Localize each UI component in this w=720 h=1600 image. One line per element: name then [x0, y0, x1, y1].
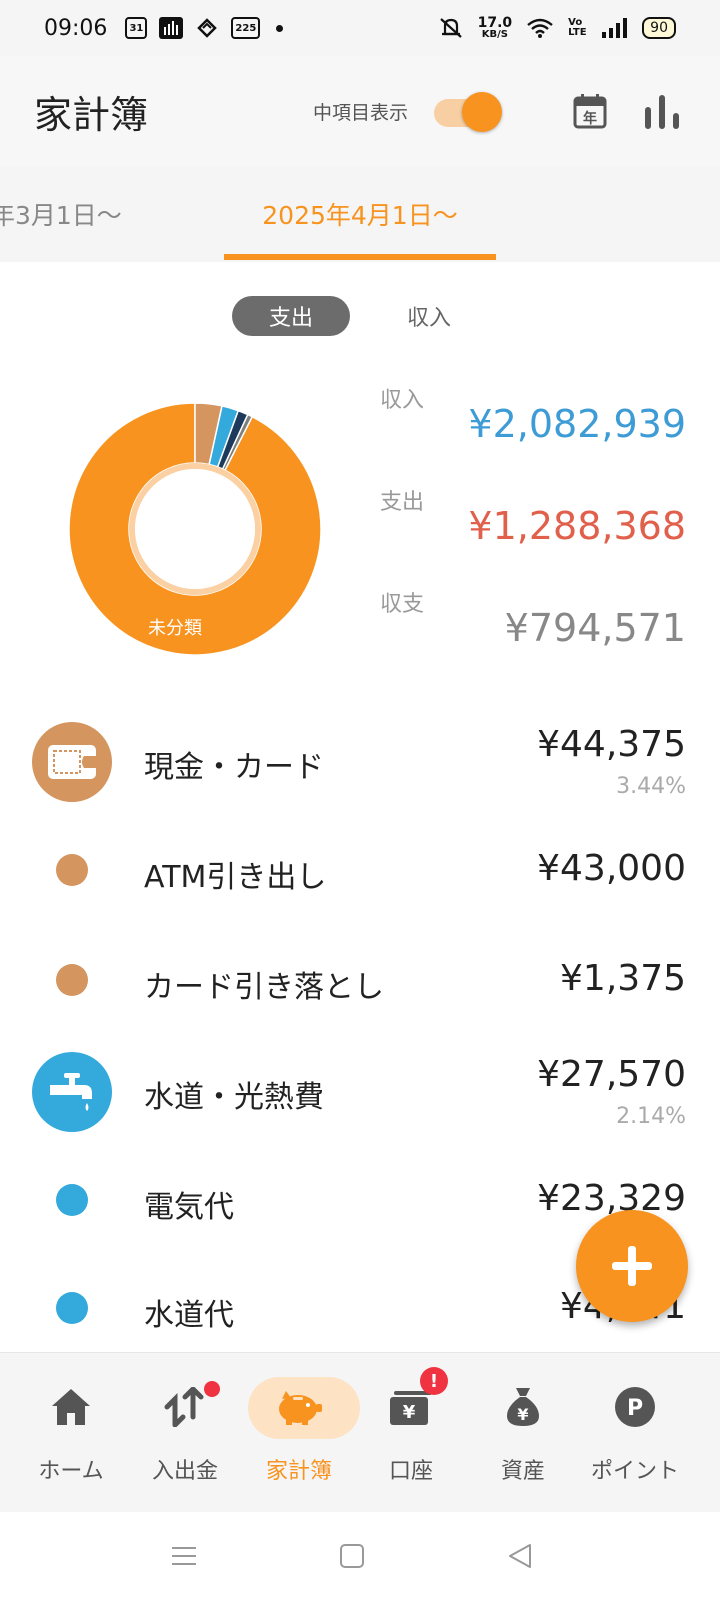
category-amount: ¥27,570	[537, 1054, 686, 1095]
home-icon	[45, 1381, 97, 1433]
speed-value: 17.0	[477, 15, 513, 31]
toggle-label: 中項目表示	[312, 101, 408, 124]
plus-icon	[612, 1246, 652, 1286]
add-entry-button[interactable]	[576, 1210, 688, 1322]
category-color-dot	[56, 1184, 88, 1216]
period-tab-current[interactable]: 2025年4月1日〜	[224, 196, 496, 232]
category-amount: ¥44,375	[537, 724, 686, 765]
mute-icon	[438, 16, 464, 40]
subcategory-label: ATM引き出し	[144, 860, 327, 895]
menu-icon	[172, 1547, 196, 1565]
back-system-button[interactable]	[498, 1534, 542, 1578]
mid-category-toggle[interactable]	[434, 92, 502, 132]
sync-notification-icon	[195, 16, 219, 40]
status-bar: 09:06 31 225 17.0 KB/S Vo LTE 90	[0, 0, 720, 56]
nav-item-home[interactable]: ホーム	[12, 1353, 130, 1513]
nav-label: 入出金	[151, 1459, 218, 1484]
nav-label: ポイント	[590, 1459, 679, 1484]
nav-label: ホーム	[38, 1459, 104, 1484]
category-percent: 2.14%	[616, 1104, 686, 1129]
toggle-knob	[462, 92, 502, 132]
summary-income-label: 収入	[380, 388, 425, 413]
category-percent: 3.44%	[616, 774, 686, 799]
calendar-icon: 年	[573, 94, 607, 129]
calendar-glyph: 年	[583, 110, 597, 127]
category-row-utilities[interactable]: 水道・光熱費 ¥27,570 2.14%	[0, 1048, 720, 1148]
subcategory-label: カード引き落とし	[144, 970, 384, 1005]
nav-item-transactions[interactable]: 入出金	[126, 1353, 244, 1513]
signal-icon	[602, 18, 628, 38]
category-color-dot	[56, 1292, 88, 1324]
wallet-icon	[32, 722, 112, 802]
home-system-button[interactable]	[330, 1534, 374, 1578]
points-icon: P	[609, 1381, 661, 1433]
system-nav-bar	[0, 1512, 720, 1600]
subcategory-amount: ¥43,000	[537, 848, 686, 889]
svg-text:¥: ¥	[517, 1405, 528, 1424]
subcategory-row-card-debit[interactable]: カード引き落とし ¥1,375	[0, 934, 720, 1034]
subcategory-amount: ¥1,375	[560, 958, 686, 999]
summary-balance-value: ¥794,571	[504, 606, 686, 650]
category-row-cash-card[interactable]: 現金・カード ¥44,375 3.44%	[0, 718, 720, 818]
summary-expense-value: ¥1,288,368	[468, 504, 686, 548]
segment-income[interactable]: 収入	[370, 296, 488, 336]
bar-chart-icon	[645, 95, 679, 129]
nav-label: 資産	[500, 1459, 545, 1484]
nav-item-household-ledger[interactable]: 家計簿	[240, 1353, 358, 1513]
bottom-nav: ホーム 入出金 家計簿 ¥ ! 口座 ¥ 資産 P ポイント	[0, 1352, 720, 1512]
summary-balance-label: 収支	[380, 592, 425, 617]
piggy-bank-icon	[273, 1381, 325, 1433]
chart-button[interactable]	[638, 87, 686, 135]
volte-icon: Vo LTE	[568, 17, 587, 38]
period-tab-previous[interactable]: 年3月1日〜	[0, 196, 122, 232]
segment-expense[interactable]: 支出	[232, 296, 350, 336]
period-tabs: 年3月1日〜 2025年4月1日〜	[0, 166, 720, 262]
category-color-dot	[56, 854, 88, 886]
summary-income-value: ¥2,082,939	[468, 402, 686, 446]
donut-slice-label: 未分類	[148, 618, 202, 639]
status-right: 17.0 KB/S Vo LTE 90	[438, 16, 676, 40]
status-time: 09:06	[44, 15, 108, 41]
accounts-alert-badge: !	[420, 1367, 448, 1395]
calendar-notification-icon: 31	[125, 17, 148, 39]
subcategory-label: 電気代	[144, 1190, 234, 1225]
back-triangle-icon	[509, 1544, 531, 1568]
category-label: 現金・カード	[144, 750, 324, 785]
subcategory-label: 水道代	[144, 1298, 234, 1333]
app-notification-icon: 225	[231, 17, 261, 39]
nav-item-accounts[interactable]: ¥ ! 口座	[352, 1353, 470, 1513]
expense-income-segment: 支出 収入	[0, 296, 720, 338]
chart-notification-icon	[159, 17, 184, 39]
page-title: 家計簿	[34, 92, 149, 137]
subcategory-row-atm[interactable]: ATM引き出し ¥43,000	[0, 824, 720, 924]
summary-expense-label: 支出	[380, 490, 425, 515]
square-icon	[340, 1544, 364, 1568]
network-speed: 17.0 KB/S	[478, 16, 513, 40]
app-header: 家計簿 中項目表示 年	[0, 56, 720, 166]
nav-label: 口座	[388, 1459, 433, 1484]
wifi-icon	[526, 17, 554, 39]
recent-apps-button[interactable]	[162, 1534, 206, 1578]
svg-text:¥: ¥	[403, 1402, 416, 1423]
faucet-icon	[32, 1052, 112, 1132]
donut-hole	[135, 469, 255, 589]
calendar-button[interactable]: 年	[566, 87, 614, 135]
nav-label: 家計簿	[265, 1459, 332, 1484]
nav-item-assets[interactable]: ¥ 資産	[464, 1353, 582, 1513]
more-notifications-dot	[276, 24, 284, 32]
period-tab-indicator	[224, 254, 496, 260]
battery-indicator: 90	[642, 17, 676, 39]
money-bag-icon: ¥	[497, 1381, 549, 1433]
speed-unit: KB/S	[481, 29, 509, 40]
category-color-dot	[56, 964, 88, 996]
category-label: 水道・光熱費	[144, 1080, 324, 1115]
points-glyph: P	[627, 1396, 643, 1421]
nav-item-points[interactable]: P ポイント	[576, 1353, 694, 1513]
transactions-badge	[204, 1381, 220, 1397]
